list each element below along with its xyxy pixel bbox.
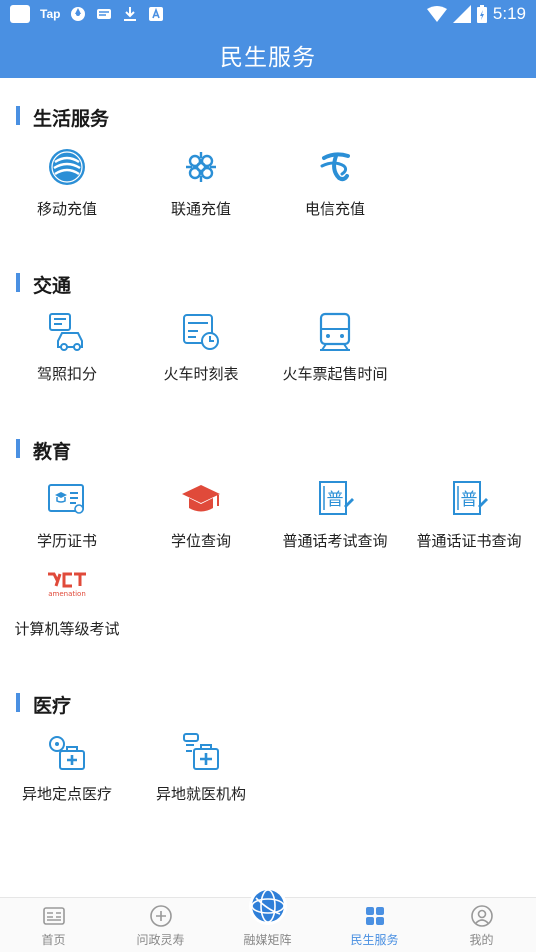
section-title-medical: 医疗	[33, 695, 72, 717]
globe-icon	[248, 887, 287, 925]
service-label: 移动充值	[36, 200, 97, 218]
section-title-transport: 交通	[33, 275, 72, 297]
service-diploma[interactable]: 学历证书	[0, 478, 134, 558]
tab-inquiry[interactable]: 问政灵寿	[107, 898, 214, 952]
service-label: 联通充值	[170, 200, 231, 218]
status-bar: Tap 5:19	[0, 0, 536, 28]
china-telecom-icon	[320, 152, 350, 182]
service-degree-query[interactable]: 学位查询	[134, 478, 268, 558]
tab-livelihood-services[interactable]: 民生服务	[321, 898, 428, 952]
section-marker	[16, 273, 20, 292]
service-designated-medical[interactable]: 异地定点医疗	[0, 731, 134, 811]
a-box-icon	[149, 7, 164, 21]
train-timetable-icon	[183, 314, 219, 350]
service-label: 异地就医机构	[155, 785, 246, 803]
service-telecom-recharge[interactable]: 电信充值	[268, 146, 402, 226]
service-label: 驾照扣分	[36, 365, 97, 383]
driving-license-icon	[49, 313, 83, 351]
service-driving-points[interactable]: 驾照扣分	[0, 311, 134, 391]
service-unicom-recharge[interactable]: 联通充值	[134, 146, 268, 226]
service-label: 火车时刻表	[163, 365, 239, 383]
service-medical-institution[interactable]: 异地就医机构	[134, 731, 268, 811]
tab-label: 融媒矩阵	[243, 933, 292, 947]
medical-institution-icon	[183, 733, 219, 770]
ncre-logo-icon: amenation	[48, 572, 86, 598]
service-label: 普通话证书查询	[416, 532, 522, 550]
download-icon	[124, 7, 137, 21]
message-icon	[97, 9, 112, 19]
service-train-timetable[interactable]: 火车时刻表	[134, 311, 268, 391]
user-icon	[470, 905, 493, 927]
service-train-ticket-sale-time[interactable]: 火车票起售时间	[268, 311, 402, 391]
service-mobile-recharge[interactable]: 移动充值	[0, 146, 134, 226]
service-label: 计算机等级考试	[14, 620, 120, 638]
tab-home[interactable]: 首页	[0, 898, 107, 952]
bottom-navigation: 首页 问政灵寿 融媒矩阵 民生服务 我的	[0, 887, 536, 952]
svg-text:普: 普	[327, 490, 344, 510]
clock: 5:19	[492, 4, 526, 23]
mandarin-certificate-icon: 普	[453, 481, 488, 515]
grid-icon	[365, 907, 384, 925]
graduation-cap-icon	[182, 485, 220, 512]
designated-medical-icon	[49, 736, 85, 770]
service-label: 火车票起售时间	[282, 365, 388, 383]
service-label: 学历证书	[36, 532, 97, 550]
tap-app-icon: Tap	[40, 7, 61, 21]
service-label: 普通话考试查询	[282, 532, 388, 550]
section-title-life-services: 生活服务	[33, 108, 110, 130]
diploma-icon	[48, 484, 84, 514]
service-mandarin-certificate-query[interactable]: 普 普通话证书查询	[402, 478, 536, 558]
tab-label: 民生服务	[350, 933, 399, 947]
service-label: 异地定点医疗	[21, 785, 112, 803]
svg-text:amenation: amenation	[48, 590, 86, 598]
square-app-icon	[10, 5, 30, 23]
section-marker	[16, 106, 20, 125]
home-news-icon	[42, 907, 65, 925]
china-mobile-icon	[49, 149, 85, 185]
tab-profile[interactable]: 我的	[428, 898, 535, 952]
plus-circle-icon	[149, 905, 172, 927]
tab-label: 问政灵寿	[136, 933, 185, 947]
battery-icon	[476, 5, 487, 23]
tab-label: 首页	[41, 933, 66, 947]
section-marker	[16, 439, 20, 458]
service-label: 学位查询	[170, 532, 231, 550]
section-title-education: 教育	[33, 441, 72, 463]
service-label: 电信充值	[304, 200, 365, 218]
section-marker	[16, 693, 20, 712]
mandarin-exam-icon: 普	[319, 481, 354, 515]
app-bar: 民生服务	[0, 28, 536, 78]
service-mandarin-exam-query[interactable]: 普 普通话考试查询	[268, 478, 402, 558]
aperture-icon	[71, 7, 86, 21]
wifi-icon	[426, 6, 447, 22]
page-title: 民生服务	[220, 45, 316, 71]
tab-label: 我的	[469, 933, 494, 947]
tab-media-matrix[interactable]: 融媒矩阵	[214, 887, 321, 952]
train-ticket-icon	[319, 312, 351, 351]
signal-icon	[452, 5, 471, 23]
service-computer-rank-exam[interactable]: amenation 计算机等级考试	[0, 566, 134, 646]
svg-text:普: 普	[461, 490, 478, 510]
china-unicom-icon	[186, 152, 216, 182]
